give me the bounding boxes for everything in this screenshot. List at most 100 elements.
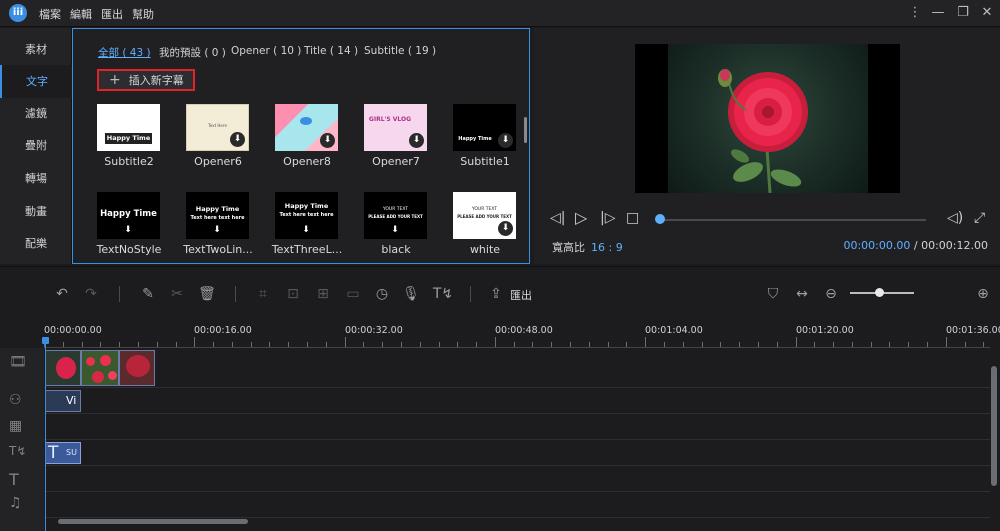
zoom-in-icon[interactable]: ⊕ (973, 284, 993, 304)
edit-pencil-icon[interactable]: ✎ (138, 284, 158, 304)
sidebar-item-transitions[interactable]: 轉場 (0, 162, 72, 195)
text-track[interactable] (44, 466, 990, 492)
previous-frame-icon[interactable]: ◁| (550, 210, 565, 226)
library-item-texttwolines[interactable]: Happy Time Text here text here ⬇ TextTwo… (178, 192, 258, 256)
library-item-textthreelines[interactable]: Happy Time Text here text here ⬇ TextThr… (267, 192, 347, 256)
close-icon[interactable]: ✕ (977, 3, 997, 23)
library-item-opener6[interactable]: Text Here ⬇ Opener6 (178, 104, 258, 168)
toolbar-divider (235, 286, 236, 302)
ruler-tick (796, 337, 797, 347)
tab-opener[interactable]: Opener ( 10 ) (231, 45, 301, 57)
play-icon[interactable]: ▷ (575, 208, 587, 227)
zoom-out-icon[interactable]: ⊖ (821, 284, 841, 304)
text-clip-icon: T (48, 443, 59, 463)
sidebar-item-overlays[interactable]: 疊附 (0, 129, 72, 162)
menu-file[interactable]: 檔案 (39, 6, 61, 22)
download-icon[interactable]: ⬇ (123, 225, 133, 235)
restore-icon[interactable]: ❐ (953, 3, 973, 23)
library-item-subtitle2[interactable]: Happy Time Subtitle2 (89, 104, 169, 168)
seek-bar[interactable] (658, 219, 926, 221)
microphone-icon[interactable]: 🎙 (401, 284, 421, 304)
library-item-textnostyle[interactable]: Happy Time ⬇ TextNoStyle (89, 192, 169, 256)
delete-icon[interactable]: 🗑 (197, 284, 217, 304)
video-clip[interactable] (81, 350, 119, 386)
volume-icon[interactable]: ◁) (947, 210, 963, 226)
marker-icon[interactable]: ⛉ (763, 284, 783, 304)
download-icon[interactable]: ⬇ (498, 133, 513, 148)
duration-clock-icon[interactable]: ◷ (372, 284, 392, 304)
download-icon[interactable]: ⬇ (390, 225, 400, 235)
seek-handle[interactable] (655, 214, 665, 224)
library-item-black[interactable]: YOUR TEXT PLEASE ADD YOUR TEXT ⬇ black (356, 192, 436, 256)
fit-timeline-icon[interactable]: ↔ (792, 284, 812, 304)
sidebar-item-music[interactable]: 配樂 (0, 227, 72, 260)
library-scrollbar[interactable] (524, 117, 527, 143)
download-icon[interactable]: ⬇ (230, 132, 245, 147)
ruler-tick (833, 342, 834, 347)
sidebar-item-text[interactable]: 文字 (0, 65, 72, 98)
tab-subtitle[interactable]: Subtitle ( 19 ) (364, 45, 436, 57)
tab-title[interactable]: Title ( 14 ) (304, 45, 358, 57)
zoom-slider-handle[interactable] (875, 288, 884, 297)
ruler-tick (138, 342, 139, 347)
cut-icon[interactable]: ✂ (167, 284, 187, 304)
insert-new-subtitle-button[interactable]: + 插入新字幕 (97, 69, 195, 91)
aspect-ratio[interactable]: 寬高比 16 : 9 (552, 239, 623, 255)
aspect-ratio-value[interactable]: 16 : 9 (591, 241, 623, 254)
zoom-frame-icon[interactable]: ⊡ (283, 284, 303, 304)
subtitle-track[interactable]: T SU (44, 440, 990, 466)
sidebar-item-media[interactable]: 素材 (0, 33, 72, 66)
library-item-label: TextThreeL... (271, 243, 343, 256)
thumbnail: Text Here ⬇ (186, 104, 249, 151)
library-item-subtitle1[interactable]: Happy Time ⬇ Subtitle1 (445, 104, 525, 168)
export-icon[interactable]: ⇪ (486, 284, 506, 304)
timecode: 00:00:00.00 / 00:00:12.00 (843, 239, 988, 252)
undo-icon[interactable]: ↶ (52, 284, 72, 304)
timeline-vertical-scrollbar[interactable] (991, 366, 997, 486)
freeze-frame-icon[interactable]: ▭ (343, 284, 363, 304)
download-icon[interactable]: ⬇ (212, 225, 222, 235)
export-button[interactable]: 匯出 (510, 287, 532, 303)
minimize-icon[interactable]: — (928, 3, 948, 23)
ruler-label: 00:00:32.00 (345, 325, 403, 336)
sidebar-item-filters[interactable]: 濾鏡 (0, 97, 72, 130)
video-clip[interactable] (45, 350, 81, 386)
library-item-opener8[interactable]: ⬇ Opener8 (267, 104, 347, 168)
redo-icon[interactable]: ↷ (81, 284, 101, 304)
timeline-ruler[interactable]: 00:00:00.00 00:00:16.00 00:00:32.00 00:0… (44, 318, 1000, 348)
menu-edit[interactable]: 編輯 (70, 6, 92, 22)
playhead[interactable] (45, 342, 46, 531)
library-item-label: white (469, 243, 501, 256)
menu-help[interactable]: 幫助 (132, 6, 154, 22)
title-bar: iii 檔案 編輯 匯出 幫助 ⋮ — ❐ ✕ (0, 0, 1000, 27)
library-item-white[interactable]: YOUR TEXT PLEASE ADD YOUR TEXT ⬇ white (445, 192, 525, 256)
overlay-clip[interactable]: Vi (45, 390, 81, 412)
more-options-icon[interactable]: ⋮ (905, 3, 925, 23)
filter-track[interactable] (44, 414, 990, 440)
music-track[interactable] (44, 492, 990, 518)
overlay-track[interactable]: Vi (44, 388, 990, 414)
library-item-label: Subtitle2 (104, 155, 154, 168)
library-item-opener7[interactable]: GIRL'S VLOG ⬇ Opener7 (356, 104, 436, 168)
video-track[interactable] (44, 348, 990, 388)
text-to-speech-icon[interactable]: T↯ (430, 284, 456, 304)
time-separator: / (913, 239, 918, 252)
fullscreen-icon[interactable]: ⤢ (974, 210, 985, 226)
ruler-tick (720, 342, 721, 347)
sidebar-item-animation[interactable]: 動畫 (0, 195, 72, 228)
download-icon[interactable]: ⬇ (320, 133, 335, 148)
timeline-horizontal-scrollbar[interactable] (58, 519, 248, 524)
video-clip[interactable] (119, 350, 155, 386)
download-icon[interactable]: ⬇ (409, 133, 424, 148)
tab-my-presets[interactable]: 我的預設 ( 0 ) (159, 45, 226, 60)
download-icon[interactable]: ⬇ (301, 225, 311, 235)
crop-icon[interactable]: ⌗ (253, 284, 273, 304)
subtitle-clip[interactable]: T SU (45, 442, 81, 464)
menu-export[interactable]: 匯出 (101, 6, 123, 22)
stop-icon[interactable]: □ (626, 210, 639, 226)
next-frame-icon[interactable]: |▷ (600, 210, 615, 226)
download-icon[interactable]: ⬇ (498, 221, 513, 236)
tab-all[interactable]: 全部 ( 43 ) (98, 45, 151, 60)
mosaic-icon[interactable]: ⊞ (313, 284, 333, 304)
ruler-tick (439, 342, 440, 347)
